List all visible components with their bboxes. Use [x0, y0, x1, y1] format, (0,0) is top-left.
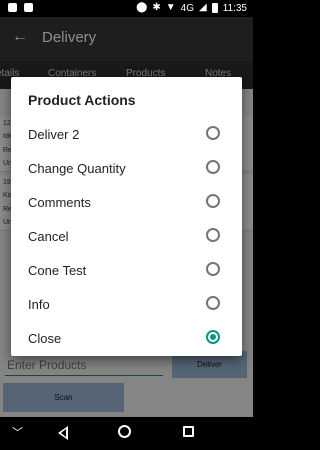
chevron-down-icon[interactable]: ﹀: [12, 424, 23, 440]
location-icon: ⬤: [136, 2, 148, 13]
option-deliver-2[interactable]: Deliver 2: [11, 118, 242, 152]
radio-unchecked-icon[interactable]: [206, 194, 220, 208]
option-close[interactable]: Close: [11, 322, 242, 356]
radio-unchecked-icon[interactable]: [206, 126, 220, 140]
option-cancel[interactable]: Cancel: [11, 220, 242, 254]
network-type: 4G: [180, 2, 194, 14]
dialog-title: Product Actions: [28, 92, 136, 108]
back-nav-icon[interactable]: [58, 426, 68, 440]
option-label: Cone Test: [28, 263, 87, 278]
status-bar: ⬤ ✱ ▼ 4G ◢ 11:35: [0, 0, 253, 17]
product-actions-dialog: Product Actions Deliver 2 Change Quantity…: [11, 77, 242, 356]
radio-unchecked-icon[interactable]: [206, 160, 220, 174]
option-label: Change Quantity: [28, 161, 126, 176]
option-label: Cancel: [28, 229, 69, 244]
radio-unchecked-icon[interactable]: [206, 296, 220, 310]
option-label: Info: [28, 297, 50, 312]
clock: 11:35: [222, 2, 247, 14]
home-icon[interactable]: [118, 425, 131, 438]
option-change-quantity[interactable]: Change Quantity: [11, 152, 242, 186]
option-comments[interactable]: Comments: [11, 186, 242, 220]
option-cone-test[interactable]: Cone Test: [11, 254, 242, 288]
option-info[interactable]: Info: [11, 288, 242, 322]
radio-unchecked-icon[interactable]: [206, 262, 220, 276]
option-label: Deliver 2: [28, 127, 80, 142]
radio-checked-icon[interactable]: [206, 330, 220, 344]
radio-unchecked-icon[interactable]: [206, 228, 220, 242]
bluetooth-icon: ✱: [152, 2, 161, 13]
battery-icon: [211, 3, 218, 13]
android-icon: [24, 3, 33, 12]
navigation-bar: ﹀: [0, 417, 253, 450]
recents-icon[interactable]: [183, 426, 194, 437]
wifi-icon: ▼: [165, 2, 176, 13]
signal-icon: ◢: [199, 2, 207, 13]
option-label: Close: [28, 331, 62, 346]
option-label: Comments: [28, 195, 91, 210]
notification-icon: [8, 3, 17, 12]
